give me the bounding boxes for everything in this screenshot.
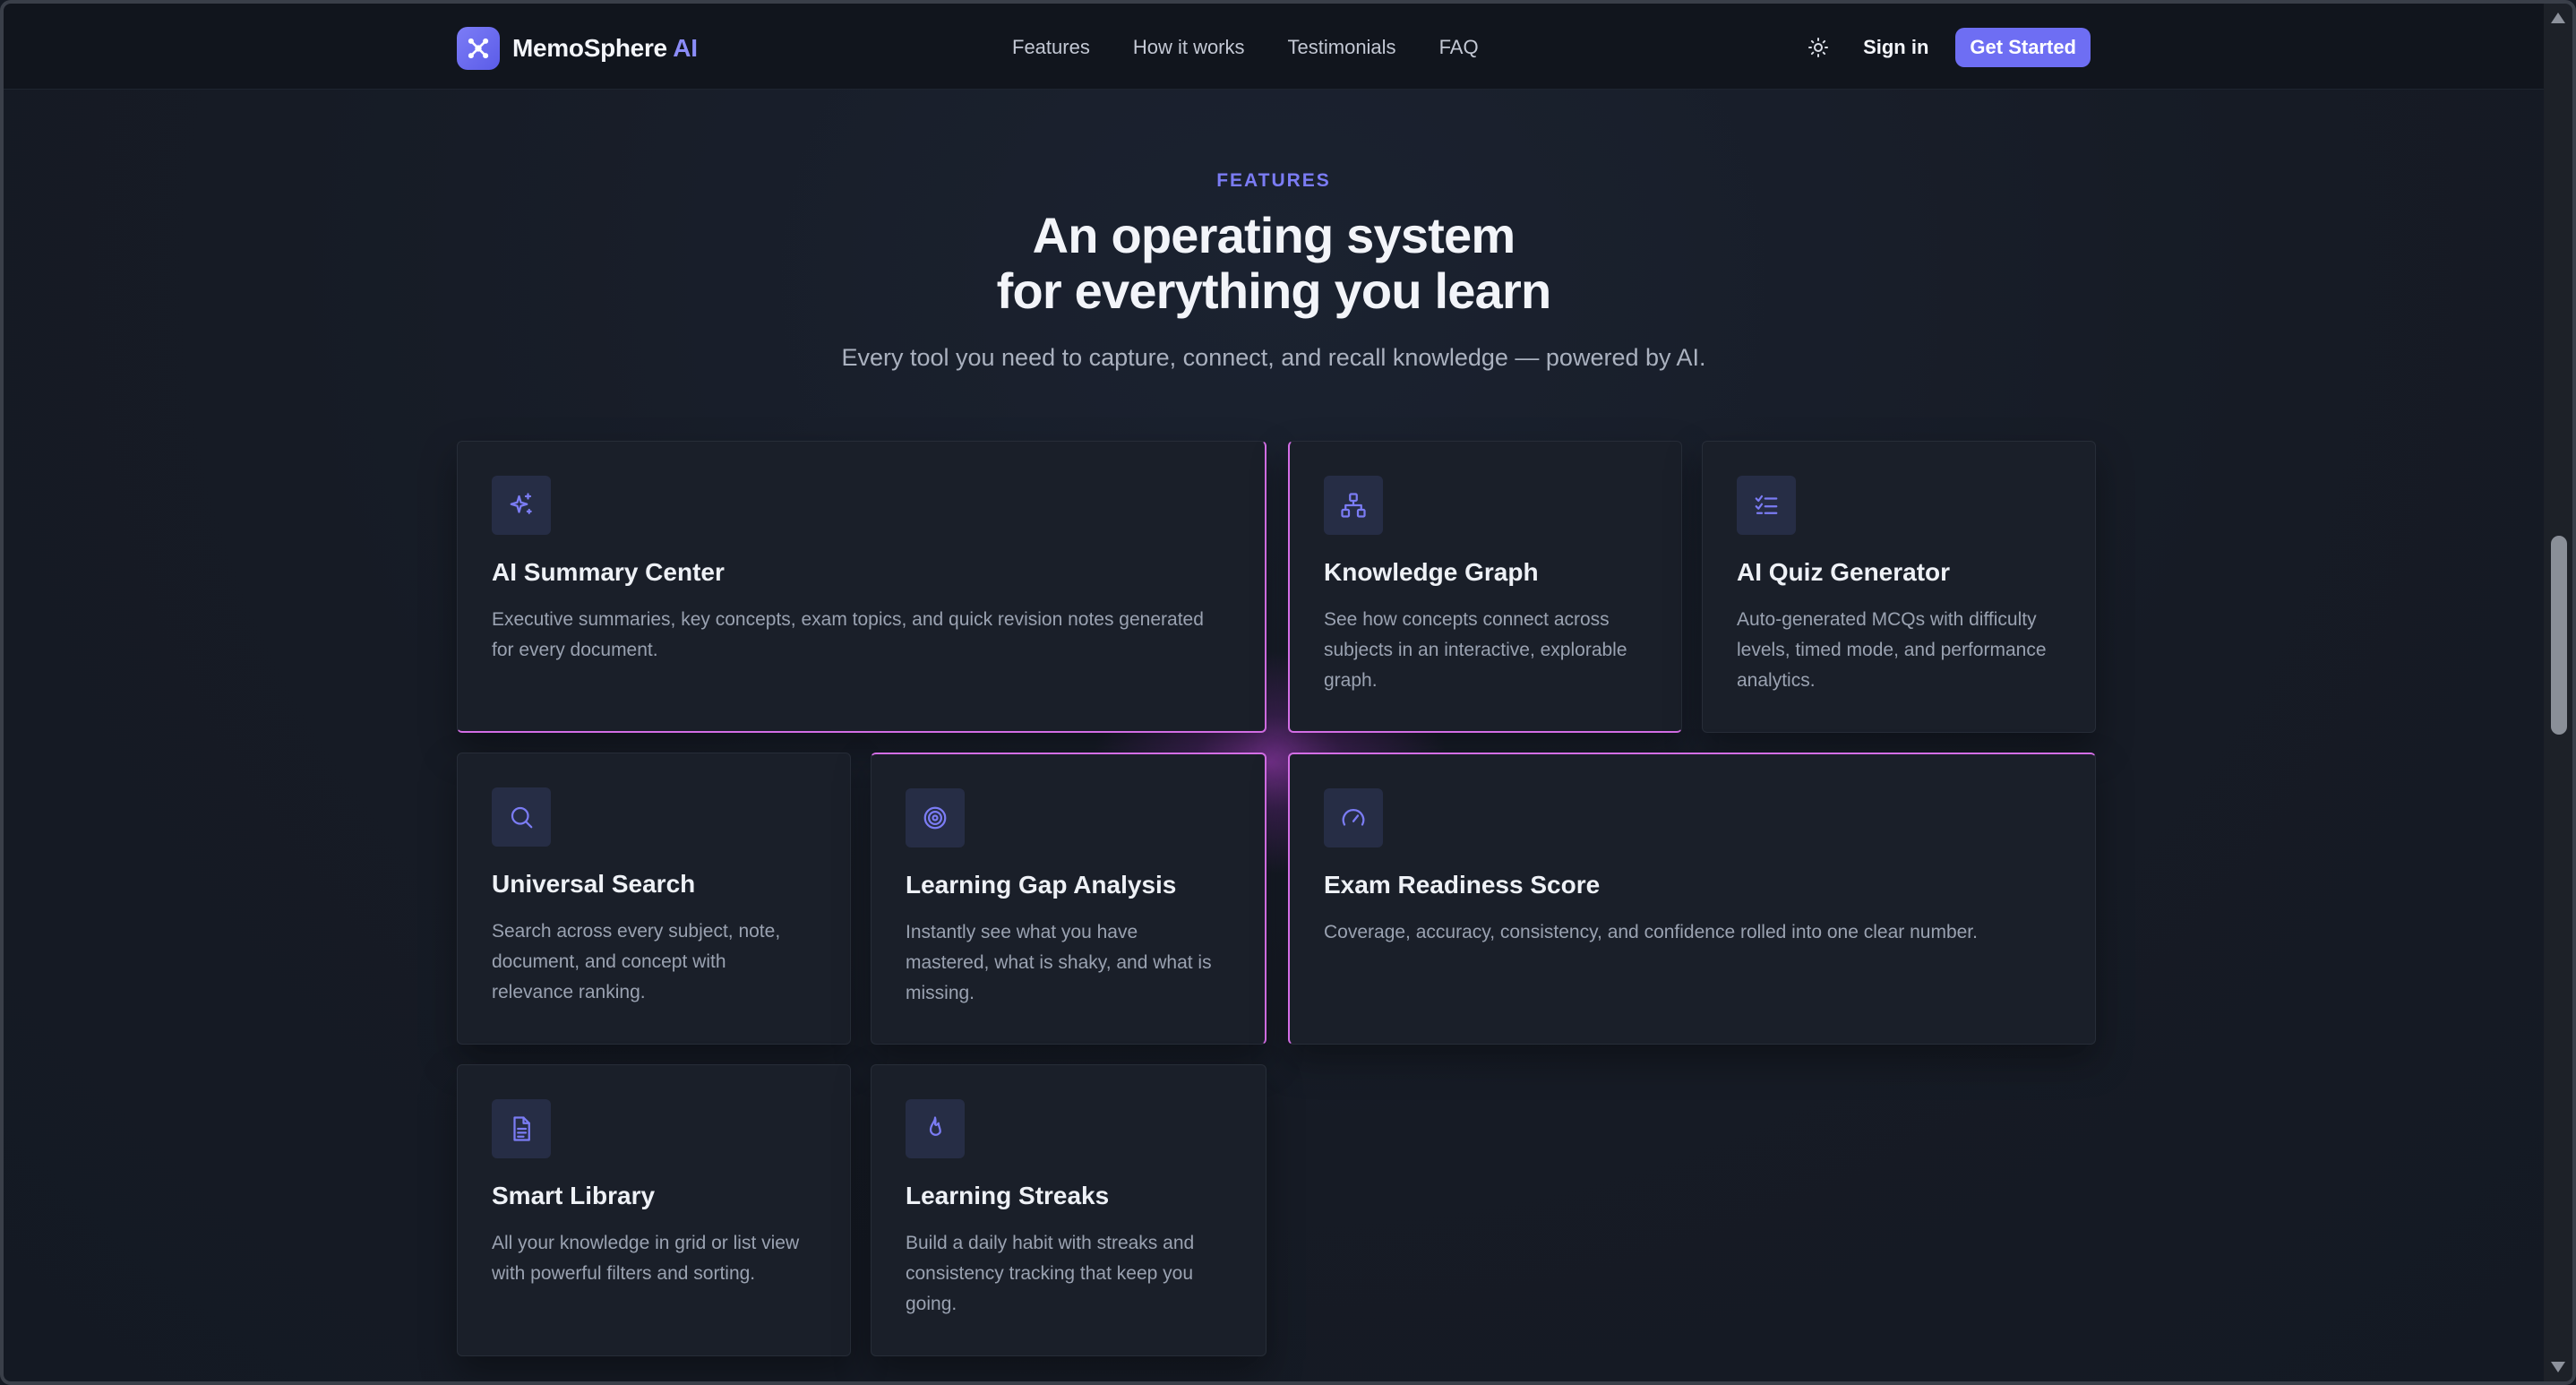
nav-link-faq[interactable]: FAQ — [1439, 36, 1479, 59]
feature-description-line: going. — [906, 1294, 957, 1314]
scroll-up-arrow-icon[interactable] — [2551, 13, 2565, 23]
section-subhead: Every tool you need to capture, connect,… — [841, 344, 1706, 371]
nav-link-features[interactable]: Features — [1012, 36, 1090, 59]
feature-title: Exam Readiness Score — [1324, 871, 1601, 899]
feature-description-line: mastered, what is shaky, and what is — [906, 952, 1212, 973]
feature-card-learning-streaks[interactable]: Learning Streaks Build a daily habit wit… — [871, 1064, 1267, 1356]
headline-line-2: for everything you learn — [996, 262, 1552, 319]
feature-description-line: analytics. — [1737, 670, 1816, 691]
feature-card-exam-readiness[interactable]: Exam Readiness Score Coverage, accuracy,… — [1288, 753, 2096, 1045]
sign-in-link[interactable]: Sign in — [1863, 36, 1928, 59]
feature-description-line: All your knowledge in grid or list view — [492, 1233, 800, 1253]
nav-link-testimonials[interactable]: Testimonials — [1288, 36, 1396, 59]
feature-card-ai-quiz[interactable]: AI Quiz Generator Auto-generated MCQs wi… — [1702, 441, 2096, 733]
feature-card-knowledge-graph[interactable]: Knowledge Graph See how concepts connect… — [1288, 441, 1682, 733]
flame-icon — [906, 1099, 965, 1158]
feature-card-universal-search[interactable]: Universal Search Search across every sub… — [457, 753, 851, 1045]
feature-description: See how concepts connect across subjects… — [1324, 605, 1627, 696]
nav-actions: Sign in Get Started — [1800, 28, 2091, 67]
feature-description: Coverage, accuracy, consistency, and con… — [1324, 917, 1978, 948]
feature-description-line: levels, timed mode, and performance — [1737, 640, 2047, 660]
checklist-icon — [1737, 476, 1796, 535]
headline-line-1: An operating system — [1032, 207, 1516, 263]
section-headline: An operating system for everything you l… — [4, 208, 2544, 319]
logo-mark-icon — [457, 27, 500, 70]
feature-description: Auto-generated MCQs with difficulty leve… — [1737, 605, 2047, 696]
scrollbar-thumb[interactable] — [2551, 536, 2567, 735]
feature-description-line: missing. — [906, 983, 975, 1003]
brand-name-main: MemoSphere — [512, 34, 667, 62]
feature-title: Knowledge Graph — [1324, 558, 1539, 586]
feature-title: Learning Streaks — [906, 1182, 1110, 1209]
feature-title: Universal Search — [492, 870, 696, 898]
theme-toggle-button[interactable] — [1800, 30, 1836, 65]
feature-title: Learning Gap Analysis — [906, 871, 1177, 899]
brand-logo[interactable]: MemoSphere AI — [457, 27, 698, 70]
top-navigation: MemoSphere AI Features How it works Test… — [4, 4, 2544, 90]
section-eyebrow: FEATURES — [1216, 170, 1331, 191]
target-icon — [906, 788, 965, 847]
feature-description-line: graph. — [1324, 670, 1378, 691]
sparkles-icon — [492, 476, 551, 535]
brand-name-suffix: AI — [673, 34, 698, 62]
feature-description: All your knowledge in grid or list view … — [492, 1228, 799, 1289]
document-icon — [492, 1099, 551, 1158]
feature-description-line: Coverage, accuracy, consistency, and con… — [1324, 922, 1978, 942]
feature-description-line: Auto-generated MCQs with difficulty — [1737, 609, 2037, 630]
network-icon — [1324, 476, 1383, 535]
feature-description-line: document, and concept with — [492, 951, 726, 972]
get-started-button[interactable]: Get Started — [1955, 28, 2091, 67]
feature-description-line: Executive summaries, key concepts, exam … — [492, 609, 1204, 630]
feature-description-line: for every document. — [492, 640, 658, 660]
feature-title: AI Summary Center — [492, 558, 725, 586]
feature-description-line: Instantly see what you have — [906, 922, 1138, 942]
feature-title: Smart Library — [492, 1182, 656, 1209]
feature-description: Search across every subject, note, docum… — [492, 916, 780, 1008]
gauge-icon — [1324, 788, 1383, 847]
scroll-down-arrow-icon[interactable] — [2551, 1362, 2565, 1372]
page-viewport: MemoSphere AI Features How it works Test… — [4, 4, 2544, 1381]
feature-description-line: consistency tracking that keep you — [906, 1263, 1194, 1284]
nav-links: Features How it works Testimonials FAQ — [1012, 36, 1479, 59]
feature-title: AI Quiz Generator — [1737, 558, 1951, 586]
nav-link-how-it-works[interactable]: How it works — [1133, 36, 1245, 59]
feature-description: Build a daily habit with streaks and con… — [906, 1228, 1194, 1320]
feature-card-smart-library[interactable]: Smart Library All your knowledge in grid… — [457, 1064, 851, 1356]
feature-description: Instantly see what you have mastered, wh… — [906, 917, 1212, 1009]
vertical-scrollbar[interactable] — [2544, 4, 2572, 1381]
feature-card-learning-gap[interactable]: Learning Gap Analysis Instantly see what… — [871, 753, 1267, 1045]
feature-card-ai-summary[interactable]: AI Summary Center Executive summaries, k… — [457, 441, 1267, 733]
search-icon — [492, 787, 551, 847]
feature-description-line: Search across every subject, note, — [492, 921, 781, 942]
feature-description-line: subjects in an interactive, explorable — [1324, 640, 1627, 660]
feature-description-line: See how concepts connect across — [1324, 609, 1610, 630]
feature-description-line: with powerful filters and sorting. — [492, 1263, 756, 1284]
brand-name: MemoSphere AI — [512, 34, 698, 63]
feature-description: Executive summaries, key concepts, exam … — [492, 605, 1204, 666]
sun-icon — [1808, 38, 1829, 57]
feature-description-line: Build a daily habit with streaks and — [906, 1233, 1195, 1253]
feature-description-line: relevance ranking. — [492, 982, 646, 1002]
